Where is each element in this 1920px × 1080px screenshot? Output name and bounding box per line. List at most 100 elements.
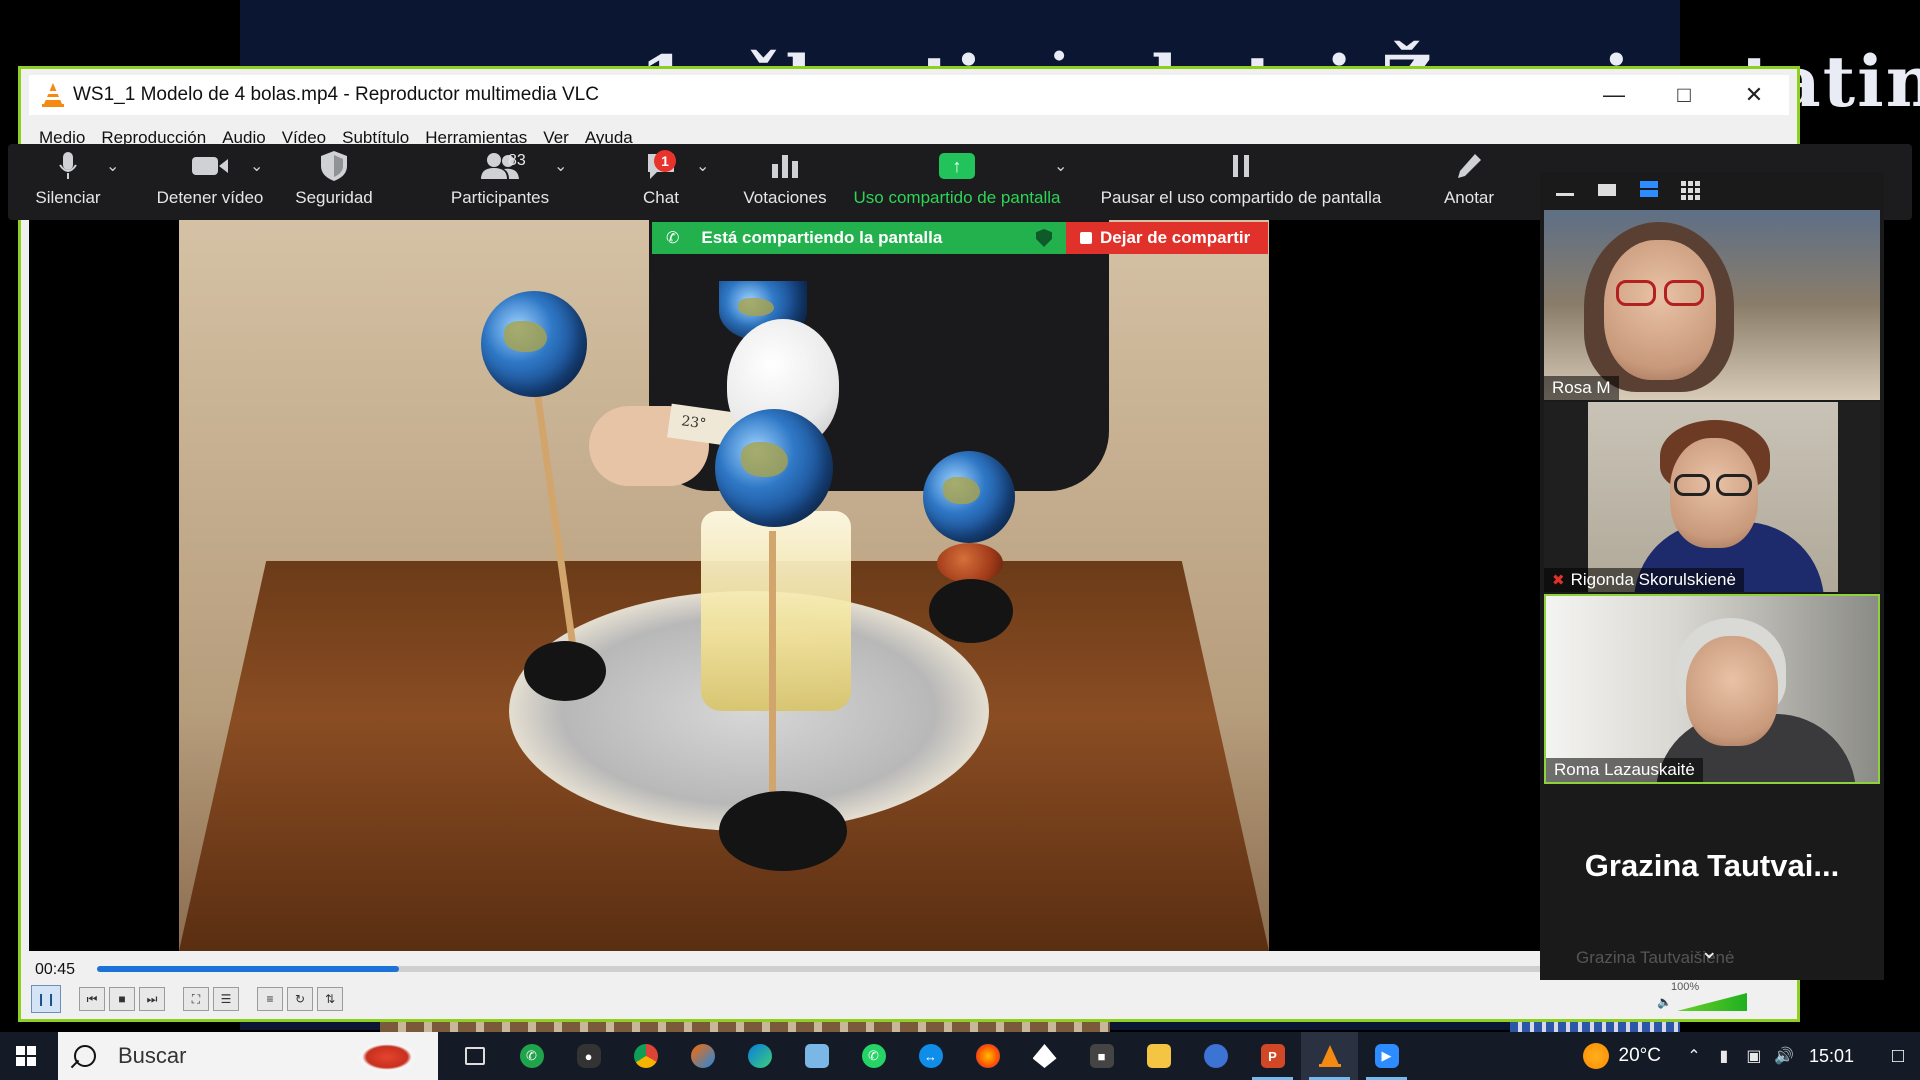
maximize-icon[interactable]: □ xyxy=(1649,75,1719,115)
stop-share-label: Dejar de compartir xyxy=(1100,228,1251,247)
chevron-down-icon[interactable]: ⌄ xyxy=(106,156,119,176)
sharing-status-label: Está compartiendo la pantalla xyxy=(701,228,943,247)
vlc-titlebar[interactable]: WS1_1 Modelo de 4 bolas.mp4 - Reproducto… xyxy=(29,75,1789,115)
chevron-up-icon[interactable]: ⌃ xyxy=(1679,1046,1709,1066)
mars-ball xyxy=(937,543,1003,583)
taskbar-app-vlc[interactable] xyxy=(1301,1032,1358,1080)
taskbar-app-zoom[interactable]: ▶ xyxy=(1358,1032,1415,1080)
minimize-icon[interactable]: — xyxy=(1579,75,1649,115)
volume-level xyxy=(1677,993,1747,1011)
pause-share-button[interactable]: Pausar el uso compartido de pantalla xyxy=(1082,144,1400,220)
pause-share-label: Pausar el uso compartido de pantalla xyxy=(1100,188,1382,207)
taskbar-app-teams[interactable] xyxy=(1187,1032,1244,1080)
scene-stand xyxy=(929,579,1013,643)
taskbar-app-inkscape[interactable] xyxy=(1016,1032,1073,1080)
playlist-button[interactable]: ≡ xyxy=(257,987,283,1011)
search-highlight-image xyxy=(358,1042,416,1072)
task-view-icon xyxy=(464,1047,485,1065)
taskbar-app-tool[interactable] xyxy=(674,1032,731,1080)
taskbar-app-game[interactable]: ● xyxy=(560,1032,617,1080)
stop-share-button[interactable]: Dejar de compartir xyxy=(1066,222,1268,254)
weather-icon[interactable] xyxy=(1582,1043,1609,1069)
chevron-down-icon[interactable]: ⌄ xyxy=(1054,156,1067,176)
shuffle-button[interactable]: ⇅ xyxy=(317,987,343,1011)
fullscreen-button[interactable]: ⛶ xyxy=(183,987,209,1011)
stop-button[interactable]: ■ xyxy=(109,987,135,1011)
security-button[interactable]: Seguridad xyxy=(284,144,384,220)
participants-label: Participantes xyxy=(450,188,550,207)
polls-button[interactable]: Votaciones xyxy=(728,144,842,220)
taskbar-app-firefox[interactable] xyxy=(959,1032,1016,1080)
share-screen-button[interactable]: ↑ Uso compartido de pantalla xyxy=(838,144,1076,220)
sharing-status[interactable]: ✆ Está compartiendo la pantalla xyxy=(652,222,1066,254)
extended-settings-button[interactable]: ☰ xyxy=(213,987,239,1011)
previous-button[interactable]: ⏮ xyxy=(79,987,105,1011)
system-tray: 20°C ⌃ ▮ ▣ 🔊 15:01 □ xyxy=(1582,1032,1920,1080)
scanner-icon xyxy=(804,1044,829,1068)
participants-button[interactable]: Participantes xyxy=(430,144,570,220)
close-icon[interactable]: ✕ xyxy=(1719,75,1789,115)
participant-name-label: Rosa M xyxy=(1552,378,1611,397)
seek-bar[interactable] xyxy=(97,966,1777,972)
taskbar-app-scanner[interactable] xyxy=(788,1032,845,1080)
thumbnail-view-icon[interactable] xyxy=(1596,180,1618,198)
share-screen-icon: ↑ xyxy=(939,144,975,188)
avatar xyxy=(1604,240,1716,380)
stop-video-label: Detener vídeo xyxy=(156,188,264,207)
mute-label: Silenciar xyxy=(35,188,101,207)
minimize-view-icon[interactable] xyxy=(1554,180,1576,198)
avatar-glasses xyxy=(1664,280,1704,306)
security-label: Seguridad xyxy=(295,188,373,207)
pause-button[interactable]: ❙❙ xyxy=(31,985,61,1013)
muted-microphone-icon: ✖ xyxy=(1552,572,1565,589)
vlc-window-title: WS1_1 Modelo de 4 bolas.mp4 - Reproducto… xyxy=(73,84,599,105)
shield-icon xyxy=(320,144,348,188)
taskbar-app-teamviewer[interactable]: ↔ xyxy=(902,1032,959,1080)
vlc-cone-icon xyxy=(1318,1044,1342,1068)
weather-temperature[interactable]: 20°C xyxy=(1619,1045,1661,1067)
volume-icon[interactable]: 🔊 xyxy=(1769,1046,1799,1066)
taskbar-app-chrome[interactable] xyxy=(617,1032,674,1080)
speaker-view-icon[interactable] xyxy=(1638,180,1660,198)
taskbar-app-whatsapp[interactable]: ✆ xyxy=(845,1032,902,1080)
chevron-down-icon[interactable]: ⌄ xyxy=(1700,938,1718,964)
battery-icon[interactable]: ▮ xyxy=(1709,1046,1739,1066)
taskbar-app-edge[interactable] xyxy=(731,1032,788,1080)
mute-button[interactable]: Silenciar xyxy=(28,144,108,220)
chevron-down-icon[interactable]: ⌄ xyxy=(696,156,709,176)
network-icon[interactable]: ▣ xyxy=(1739,1046,1769,1066)
participant-gallery: Rosa M ✖ Rigonda Skorulskienė Roma Lazaus… xyxy=(1540,172,1884,980)
participant-tile[interactable]: ✖ Rigonda Skorulskienė xyxy=(1544,402,1880,592)
scene-stand xyxy=(719,791,847,871)
taskbar-app-explorer[interactable] xyxy=(1130,1032,1187,1080)
clock[interactable]: 15:01 xyxy=(1809,1046,1854,1067)
taskbar-search[interactable]: Buscar xyxy=(58,1032,438,1080)
elapsed-time: 00:45 xyxy=(35,961,76,978)
taskbar-app-misc[interactable]: ■ xyxy=(1073,1032,1130,1080)
globe-center xyxy=(715,409,833,527)
chevron-down-icon[interactable]: ⌄ xyxy=(554,156,567,176)
search-placeholder: Buscar xyxy=(118,1043,187,1068)
participant-name-placeholder[interactable]: Grazina Tautvai... xyxy=(1540,848,1884,884)
windows-logo-icon xyxy=(16,1046,36,1066)
folder-icon xyxy=(1146,1044,1171,1068)
share-screen-label: Uso compartido de pantalla xyxy=(853,188,1061,207)
participant-tile[interactable]: Rosa M xyxy=(1544,210,1880,400)
participant-tile[interactable]: Roma Lazauskaitė xyxy=(1544,594,1880,784)
start-button[interactable] xyxy=(0,1032,52,1080)
scene-rod xyxy=(769,531,776,831)
video-frame[interactable]: 23° xyxy=(29,151,1795,951)
taskbar-app-whatsapp-green[interactable]: ✆ xyxy=(503,1032,560,1080)
speaker-icon[interactable]: 🔈 xyxy=(1657,995,1672,1009)
chevron-down-icon[interactable]: ⌄ xyxy=(250,156,263,176)
task-view-button[interactable] xyxy=(446,1032,503,1080)
annotate-button[interactable]: Anotar xyxy=(1424,144,1514,220)
volume-slider[interactable]: 100% 🔈 xyxy=(1657,981,1767,1011)
gallery-view-icon[interactable] xyxy=(1680,180,1702,200)
notification-icon[interactable]: □ xyxy=(1876,1032,1920,1080)
phone-icon: ✆ xyxy=(666,230,680,247)
polls-label: Votaciones xyxy=(743,188,827,207)
loop-button[interactable]: ↻ xyxy=(287,987,313,1011)
taskbar-app-powerpoint[interactable]: P xyxy=(1244,1032,1301,1080)
next-button[interactable]: ⏭ xyxy=(139,987,165,1011)
